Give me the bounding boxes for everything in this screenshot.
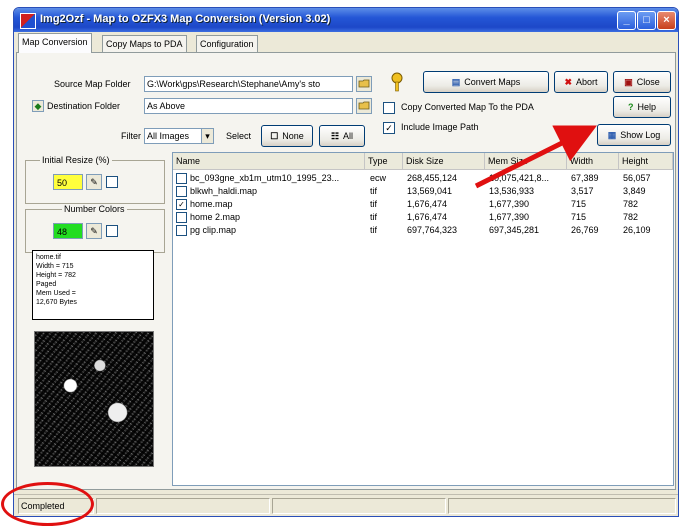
- annotation-arrow-icon: [474, 125, 597, 189]
- tab-map-conversion[interactable]: Map Conversion: [18, 33, 92, 53]
